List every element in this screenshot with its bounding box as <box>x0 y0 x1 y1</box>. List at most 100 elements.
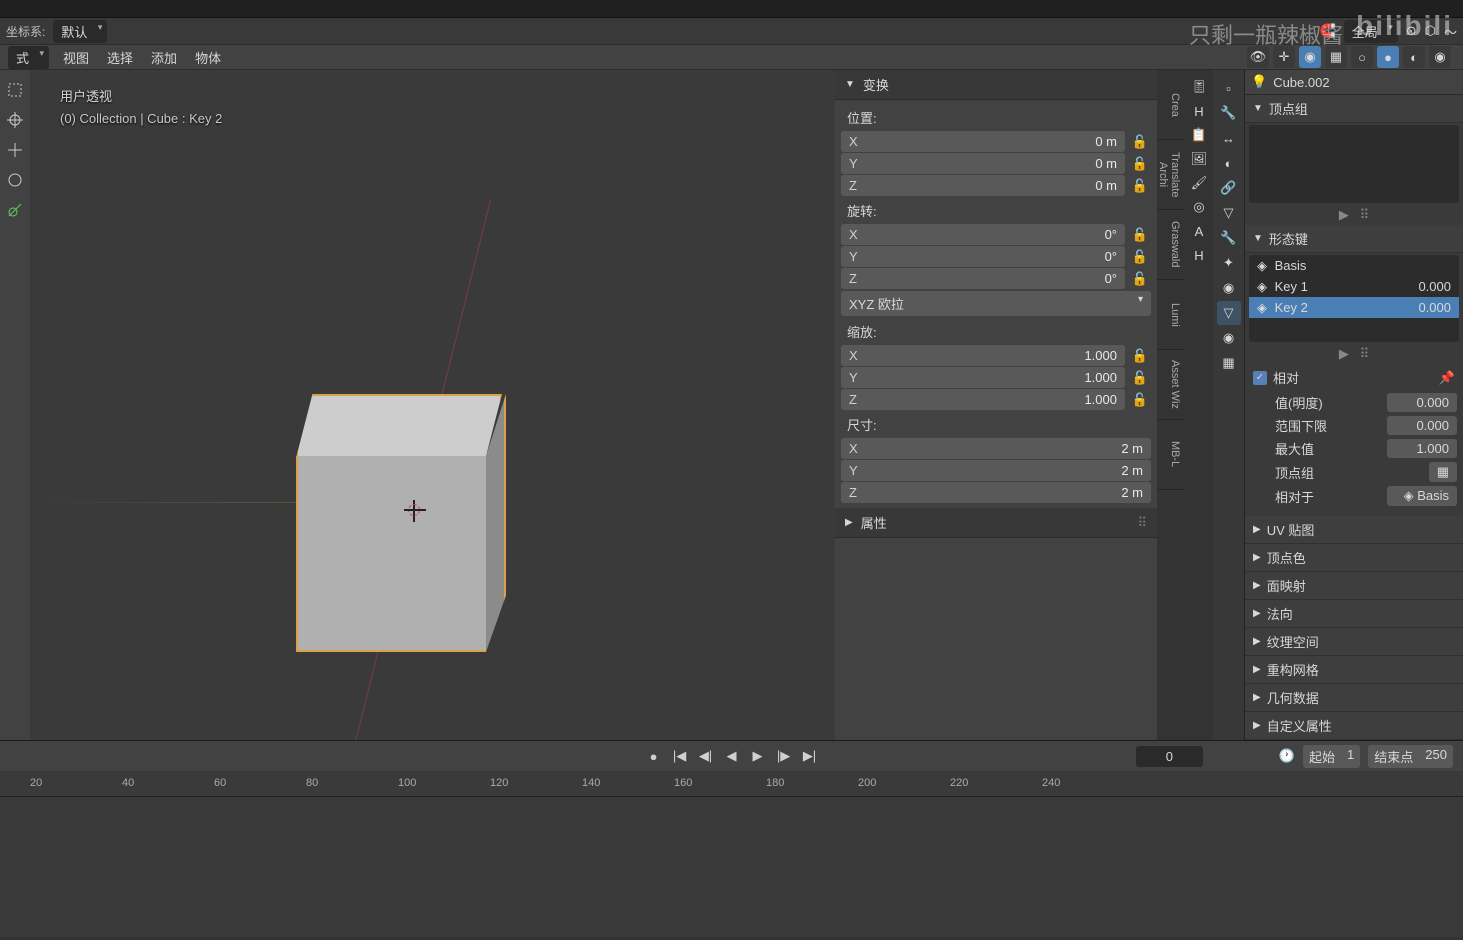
start-frame-field[interactable]: 起始1 <box>1303 745 1360 768</box>
play-button[interactable]: ▶ <box>748 747 768 765</box>
rot-x-field[interactable]: X0° <box>841 224 1125 245</box>
jump-end-button[interactable]: ▶| <box>800 747 820 765</box>
tab-crea[interactable]: Crea <box>1157 70 1185 140</box>
cursor-tool-icon[interactable] <box>3 108 27 132</box>
timeline-tracks[interactable] <box>0 797 1463 937</box>
relative-checkbox[interactable]: ✓相对📌 <box>1245 364 1463 391</box>
tab-mbl[interactable]: MB-L <box>1157 420 1185 490</box>
a-icon[interactable]: A <box>1188 220 1210 242</box>
object-tab-icon[interactable]: ▽ <box>1217 201 1241 225</box>
h2-icon[interactable]: H <box>1188 244 1210 266</box>
normal-header[interactable]: ▶法向 <box>1245 600 1463 628</box>
keyframe-next-button[interactable]: |▶ <box>774 747 794 765</box>
vcol-header[interactable]: ▶顶点色 <box>1245 544 1463 572</box>
panel-props-header[interactable]: ▶属性⠿ <box>835 508 1157 538</box>
rot-mode-dropdown[interactable]: XYZ 欧拉▾ <box>841 291 1151 316</box>
texspace-header[interactable]: ▶纹理空间 <box>1245 628 1463 656</box>
tune-icon[interactable]: 🎚 <box>1188 76 1210 98</box>
remesh-header[interactable]: ▶重构网格 <box>1245 656 1463 684</box>
min-field[interactable]: 0.000 <box>1387 416 1457 435</box>
lock-icon[interactable]: 🔓 <box>1129 368 1151 388</box>
uv-header[interactable]: ▶UV 贴图 <box>1245 516 1463 544</box>
keyframe-prev-button[interactable]: ◀| <box>696 747 716 765</box>
shapekey-key2[interactable]: ◈ Key 20.000 <box>1249 297 1459 318</box>
drag-handle-icon[interactable]: ▶ ⠿ <box>1245 344 1463 364</box>
record-button[interactable]: ● <box>644 747 664 765</box>
dim-y-field[interactable]: Y2 m <box>841 460 1151 481</box>
material-tab-icon[interactable]: ◉ <box>1217 326 1241 350</box>
tab-translate[interactable]: Translate Archi <box>1157 140 1185 210</box>
mode-dropdown[interactable]: 式 <box>8 46 49 69</box>
output-tab-icon[interactable]: 🔧 <box>1217 101 1241 125</box>
rotate-tool-icon[interactable] <box>3 168 27 192</box>
value-field[interactable]: 0.000 <box>1387 393 1457 412</box>
rot-y-field[interactable]: Y0° <box>841 246 1125 267</box>
lock-icon[interactable]: 🔓 <box>1129 154 1151 174</box>
physics-tab-icon[interactable]: ◉ <box>1217 276 1241 300</box>
viewport-3d[interactable]: 用户透视 (0) Collection | Cube : Key 2 <box>30 70 835 740</box>
shapekey-key1[interactable]: ◈ Key 10.000 <box>1249 276 1459 297</box>
view-tab-icon[interactable]: ↔ <box>1217 126 1241 150</box>
menu-object[interactable]: 物体 <box>191 46 225 69</box>
fmap-header[interactable]: ▶面映射 <box>1245 572 1463 600</box>
rot-z-field[interactable]: Z0° <box>841 268 1125 289</box>
pin-icon[interactable]: 📌 <box>1439 370 1455 386</box>
world-tab-icon[interactable]: 🔗 <box>1217 176 1241 200</box>
menu-view[interactable]: 视图 <box>59 46 93 69</box>
brush-icon[interactable]: 🖌 <box>1188 172 1210 194</box>
dim-z-field[interactable]: Z2 m <box>841 482 1151 503</box>
scl-y-field[interactable]: Y1.000 <box>841 367 1125 388</box>
select-tool-icon[interactable] <box>3 78 27 102</box>
h-icon[interactable]: H <box>1188 100 1210 122</box>
scl-z-field[interactable]: Z1.000 <box>841 389 1125 410</box>
lock-icon[interactable]: 🔓 <box>1129 176 1151 196</box>
shade-solid-icon[interactable]: ● <box>1377 46 1399 68</box>
play-reverse-button[interactable]: ◀ <box>722 747 742 765</box>
relto-field[interactable]: ◈ Basis <box>1387 486 1457 506</box>
cube-object[interactable] <box>290 370 520 635</box>
lock-icon[interactable]: 🔓 <box>1129 247 1151 267</box>
modifier-tab-icon[interactable]: 🔧 <box>1217 226 1241 250</box>
coord-dropdown[interactable]: 默认 <box>53 20 107 43</box>
render-tab-icon[interactable]: ▫ <box>1217 76 1241 100</box>
menu-add[interactable]: 添加 <box>147 46 181 69</box>
custom-header[interactable]: ▶自定义属性 <box>1245 712 1463 740</box>
measure-tool-icon[interactable] <box>3 198 27 222</box>
panel-transform-header[interactable]: ▼变换 <box>835 70 1157 100</box>
geom-header[interactable]: ▶几何数据 <box>1245 684 1463 712</box>
menu-select[interactable]: 选择 <box>103 46 137 69</box>
timeline-ruler[interactable]: 20406080100120140160180200220240 <box>0 771 1463 797</box>
image-icon[interactable]: 🖼 <box>1188 148 1210 170</box>
lock-icon[interactable]: 🔓 <box>1129 346 1151 366</box>
clipboard-icon[interactable]: 📋 <box>1188 124 1210 146</box>
shapekeys-header[interactable]: ▼形态键 <box>1245 225 1463 253</box>
vgroup-field[interactable]: ▦ <box>1429 462 1457 482</box>
shade-matcap-icon[interactable]: ◐ <box>1403 46 1425 68</box>
scene-tab-icon[interactable]: ◐ <box>1217 151 1241 175</box>
current-frame-field[interactable]: 0 <box>1136 746 1203 767</box>
jump-start-button[interactable]: |◀ <box>670 747 690 765</box>
shade-wire-icon[interactable]: ○ <box>1351 46 1373 68</box>
lock-icon[interactable]: 🔓 <box>1129 132 1151 152</box>
lock-icon[interactable]: 🔓 <box>1129 390 1151 410</box>
move-tool-icon[interactable] <box>3 138 27 162</box>
end-frame-field[interactable]: 结束点250 <box>1368 745 1453 768</box>
vertex-groups-header[interactable]: ▼顶点组 <box>1245 95 1463 123</box>
max-field[interactable]: 1.000 <box>1387 439 1457 458</box>
target-icon[interactable]: ◎ <box>1188 196 1210 218</box>
vertex-groups-list[interactable] <box>1249 125 1459 203</box>
tab-assetwiz[interactable]: Asset Wiz <box>1157 350 1185 420</box>
pos-x-field[interactable]: X0 m <box>841 131 1125 152</box>
lock-icon[interactable]: 🔓 <box>1129 269 1151 289</box>
mesh-tab-icon[interactable]: ▽ <box>1217 301 1241 325</box>
obj-breadcrumb[interactable]: 💡 Cube.002 <box>1245 70 1463 95</box>
clock-icon[interactable]: 🕐 <box>1279 748 1295 764</box>
lock-icon[interactable]: 🔓 <box>1129 225 1151 245</box>
pos-z-field[interactable]: Z0 m <box>841 175 1125 196</box>
drag-handle-icon[interactable]: ▶ ⠿ <box>1245 205 1463 225</box>
shade-render-icon[interactable]: ◉ <box>1429 46 1451 68</box>
dim-x-field[interactable]: X2 m <box>841 438 1151 459</box>
shapekey-basis[interactable]: ◈ Basis <box>1249 255 1459 276</box>
pos-y-field[interactable]: Y0 m <box>841 153 1125 174</box>
particle-tab-icon[interactable]: ✦ <box>1217 251 1241 275</box>
